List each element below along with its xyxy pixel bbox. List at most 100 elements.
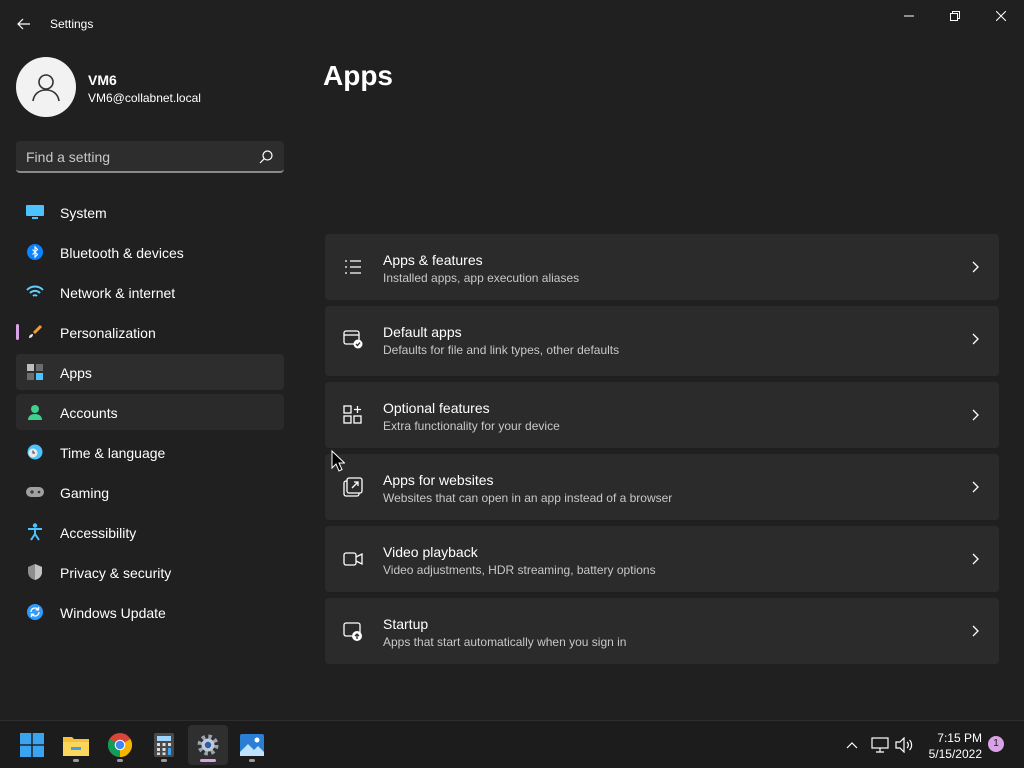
- chrome-icon: [108, 733, 132, 757]
- restore-icon: [950, 11, 960, 21]
- sidebar-item-gaming[interactable]: Gaming: [16, 474, 284, 510]
- taskbar-settings[interactable]: [188, 725, 228, 765]
- sidebar-item-time-language[interactable]: Time & language: [16, 434, 284, 470]
- sidebar-item-accessibility[interactable]: Accessibility: [16, 514, 284, 550]
- title-bar: Settings: [0, 0, 1024, 48]
- open-external-icon: [343, 477, 363, 497]
- sidebar-item-accounts[interactable]: Accounts: [16, 394, 284, 430]
- user-icon: [32, 74, 60, 102]
- sidebar-item-label: System: [60, 205, 107, 221]
- chevron-right-icon: [972, 333, 979, 345]
- minimize-icon: [904, 15, 914, 17]
- card-subtitle: Installed apps, app execution aliases: [383, 271, 580, 285]
- apps-icon: [26, 364, 44, 380]
- sidebar-item-apps[interactable]: Apps: [16, 354, 284, 390]
- hover-indicator: [16, 324, 19, 340]
- tray-volume[interactable]: [894, 735, 914, 755]
- clock-globe-icon: [26, 444, 44, 460]
- start-button[interactable]: [12, 725, 52, 765]
- chevron-right-icon: [972, 261, 979, 273]
- window-title: Settings: [50, 17, 94, 31]
- gear-icon: [197, 734, 219, 756]
- taskbar: 7:15 PM 5/15/2022 1: [0, 720, 1024, 768]
- card-title: Optional features: [383, 400, 490, 416]
- chevron-right-icon: [972, 409, 979, 421]
- sidebar-item-system[interactable]: System: [16, 194, 284, 230]
- gamepad-icon: [26, 484, 44, 500]
- video-icon: [343, 552, 363, 566]
- taskbar-file-explorer[interactable]: [56, 725, 96, 765]
- running-indicator: [161, 759, 167, 762]
- calculator-icon: [154, 733, 174, 757]
- taskbar-photos[interactable]: [232, 725, 272, 765]
- shield-icon: [26, 564, 44, 580]
- card-apps-features[interactable]: Apps & features Installed apps, app exec…: [325, 234, 999, 300]
- mouse-cursor-icon: [331, 450, 345, 472]
- card-title: Apps for websites: [383, 472, 494, 488]
- sidebar-item-label: Accessibility: [60, 525, 137, 541]
- card-title: Default apps: [383, 324, 462, 340]
- card-subtitle: Apps that start automatically when you s…: [383, 635, 627, 649]
- running-indicator: [249, 759, 255, 762]
- sidebar-item-bluetooth[interactable]: Bluetooth & devices: [16, 234, 284, 270]
- card-video-playback[interactable]: Video playback Video adjustments, HDR st…: [325, 526, 999, 592]
- user-email: VM6@collabnet.local: [88, 91, 201, 105]
- person-icon: [26, 404, 44, 420]
- running-indicator: [200, 759, 216, 762]
- sidebar-item-personalization[interactable]: Personalization: [16, 314, 284, 350]
- optional-features-icon: [343, 405, 362, 424]
- sidebar-item-label: Gaming: [60, 485, 110, 501]
- card-optional-features[interactable]: Optional features Extra functionality fo…: [325, 382, 999, 448]
- back-button[interactable]: [12, 12, 36, 36]
- card-title: Video playback: [383, 544, 478, 560]
- photos-icon: [240, 734, 264, 756]
- taskbar-chrome[interactable]: [100, 725, 140, 765]
- settings-card-list: Apps & features Installed apps, app exec…: [325, 234, 999, 670]
- sidebar-item-label: Time & language: [60, 445, 166, 461]
- brush-icon: [26, 324, 44, 340]
- search-icon[interactable]: [258, 149, 274, 165]
- card-default-apps[interactable]: Default apps Defaults for file and link …: [325, 306, 999, 376]
- card-subtitle: Extra functionality for your device: [383, 419, 560, 433]
- card-startup[interactable]: Startup Apps that start automatically wh…: [325, 598, 999, 664]
- tray-network[interactable]: [870, 735, 890, 755]
- sidebar-item-label: Accounts: [60, 405, 118, 421]
- windows-icon: [20, 733, 44, 757]
- sidebar-item-windows-update[interactable]: Windows Update: [16, 594, 284, 630]
- tray-overflow-button[interactable]: [842, 735, 862, 755]
- restore-button[interactable]: [932, 0, 978, 32]
- taskbar-clock[interactable]: 7:15 PM 5/15/2022: [916, 730, 982, 762]
- running-indicator: [117, 759, 123, 762]
- accessibility-icon: [26, 523, 44, 541]
- search-input[interactable]: [26, 147, 246, 167]
- sidebar-item-privacy-security[interactable]: Privacy & security: [16, 554, 284, 590]
- page-title: Apps: [323, 60, 393, 91]
- minimize-button[interactable]: [886, 0, 932, 32]
- volume-icon: [895, 737, 913, 753]
- running-indicator: [73, 759, 79, 762]
- folder-icon: [63, 737, 89, 756]
- sidebar-item-label: Bluetooth & devices: [60, 245, 184, 261]
- sidebar-nav: System Bluetooth & devices Network & int…: [16, 194, 284, 634]
- card-title: Apps & features: [383, 252, 483, 268]
- avatar[interactable]: [16, 57, 76, 117]
- list-icon: [345, 260, 361, 274]
- close-button[interactable]: [978, 0, 1024, 32]
- clock-time: 7:15 PM: [937, 731, 982, 745]
- taskbar-calculator[interactable]: [144, 725, 184, 765]
- card-subtitle: Defaults for file and link types, other …: [383, 343, 620, 357]
- chevron-right-icon: [972, 481, 979, 493]
- user-name: VM6: [88, 72, 117, 88]
- search-box[interactable]: [16, 141, 284, 173]
- network-icon: [871, 737, 889, 753]
- notification-badge[interactable]: 1: [988, 736, 1004, 752]
- display-icon: [26, 204, 44, 220]
- card-apps-for-websites[interactable]: Apps for websites Websites that can open…: [325, 454, 999, 520]
- sidebar-item-network[interactable]: Network & internet: [16, 274, 284, 310]
- card-title: Startup: [383, 616, 429, 632]
- default-apps-icon: [343, 330, 363, 349]
- card-subtitle: Websites that can open in an app instead…: [383, 491, 673, 505]
- sidebar-item-label: Apps: [60, 365, 92, 381]
- chevron-right-icon: [972, 625, 979, 637]
- card-subtitle: Video adjustments, HDR streaming, batter…: [383, 563, 656, 577]
